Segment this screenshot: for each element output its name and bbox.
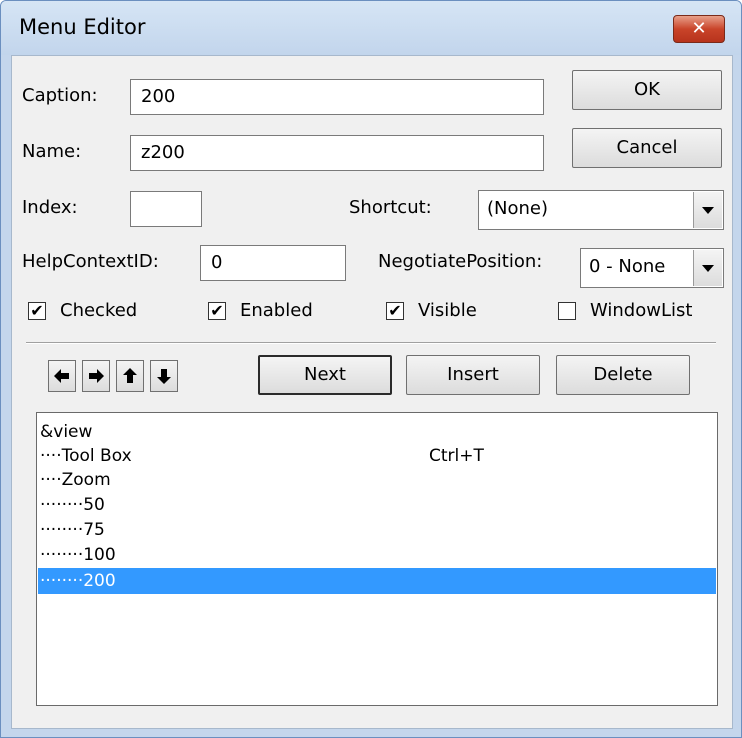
up-arrow-icon bbox=[123, 368, 137, 383]
list-item[interactable]: &view bbox=[38, 419, 716, 445]
dialog-client-area: Caption: 200 OK Name: z200 Cancel Index:… bbox=[11, 55, 733, 729]
name-input[interactable]: z200 bbox=[130, 135, 544, 171]
next-button[interactable]: Next bbox=[258, 355, 392, 395]
negotiateposition-value: 0 - None bbox=[589, 256, 666, 277]
ok-button[interactable]: OK bbox=[572, 70, 722, 110]
close-icon: ✕ bbox=[691, 18, 707, 39]
list-item[interactable]: ········100 bbox=[38, 542, 716, 568]
list-item-caption: &view bbox=[40, 422, 93, 442]
list-item[interactable]: ········200 bbox=[38, 568, 716, 594]
separator bbox=[26, 342, 716, 344]
list-item-caption: ········75 bbox=[40, 520, 105, 540]
menu-items-list[interactable]: &view ····Tool Box Ctrl+T ····Zoom ·····… bbox=[36, 412, 718, 706]
cancel-button[interactable]: Cancel bbox=[572, 128, 722, 168]
checked-checkbox[interactable]: ✔ bbox=[28, 302, 46, 320]
list-item-caption: ····Zoom bbox=[40, 470, 111, 490]
menu-editor-window: Menu Editor ✕ Caption: 200 OK Name: z200… bbox=[0, 0, 742, 738]
list-item-shortcut: Ctrl+T bbox=[429, 446, 484, 466]
shortcut-value: (None) bbox=[487, 198, 549, 219]
index-input[interactable] bbox=[130, 191, 202, 227]
insert-button[interactable]: Insert bbox=[406, 355, 540, 395]
move-right-button[interactable] bbox=[82, 360, 110, 392]
move-left-button[interactable] bbox=[48, 360, 76, 392]
list-item[interactable]: ········50 bbox=[38, 492, 716, 518]
list-item-caption: ········200 bbox=[40, 571, 116, 591]
negotiateposition-label: NegotiatePosition: bbox=[378, 251, 543, 272]
move-down-button[interactable] bbox=[150, 360, 178, 392]
delete-button[interactable]: Delete bbox=[556, 355, 690, 395]
chevron-down-icon bbox=[702, 206, 714, 214]
helpcontextid-input[interactable]: 0 bbox=[200, 245, 346, 281]
caption-input[interactable]: 200 bbox=[130, 79, 544, 115]
move-up-button[interactable] bbox=[116, 360, 144, 392]
close-button[interactable]: ✕ bbox=[673, 15, 725, 43]
enabled-label: Enabled bbox=[240, 300, 313, 321]
list-item-caption: ········50 bbox=[40, 495, 105, 515]
title-bar[interactable]: Menu Editor ✕ bbox=[1, 1, 741, 55]
windowlist-checkbox[interactable] bbox=[558, 302, 576, 320]
visible-checkbox[interactable]: ✔ bbox=[386, 302, 404, 320]
down-arrow-icon bbox=[157, 369, 171, 384]
enabled-checkbox[interactable]: ✔ bbox=[208, 302, 226, 320]
shortcut-label: Shortcut: bbox=[349, 197, 432, 218]
shortcut-dropdown-button[interactable] bbox=[693, 192, 722, 228]
visible-label: Visible bbox=[418, 300, 477, 321]
left-arrow-icon bbox=[54, 369, 69, 383]
list-item[interactable]: ········75 bbox=[38, 517, 716, 543]
list-item[interactable]: ····Tool Box Ctrl+T bbox=[38, 443, 716, 469]
list-item[interactable]: ····Zoom bbox=[38, 467, 716, 493]
caption-label: Caption: bbox=[22, 85, 98, 106]
negotiateposition-dropdown-button[interactable] bbox=[693, 250, 722, 286]
name-label: Name: bbox=[22, 141, 82, 162]
negotiateposition-combo[interactable]: 0 - None bbox=[580, 248, 724, 288]
shortcut-combo[interactable]: (None) bbox=[478, 190, 724, 230]
window-title: Menu Editor bbox=[19, 15, 146, 39]
index-label: Index: bbox=[22, 197, 78, 218]
chevron-down-icon bbox=[702, 264, 714, 272]
list-item-caption: ········100 bbox=[40, 545, 116, 565]
helpcontextid-label: HelpContextID: bbox=[22, 251, 159, 272]
windowlist-label: WindowList bbox=[590, 300, 693, 321]
right-arrow-icon bbox=[89, 369, 104, 383]
list-item-caption: ····Tool Box bbox=[40, 446, 132, 466]
checked-label: Checked bbox=[60, 300, 138, 321]
